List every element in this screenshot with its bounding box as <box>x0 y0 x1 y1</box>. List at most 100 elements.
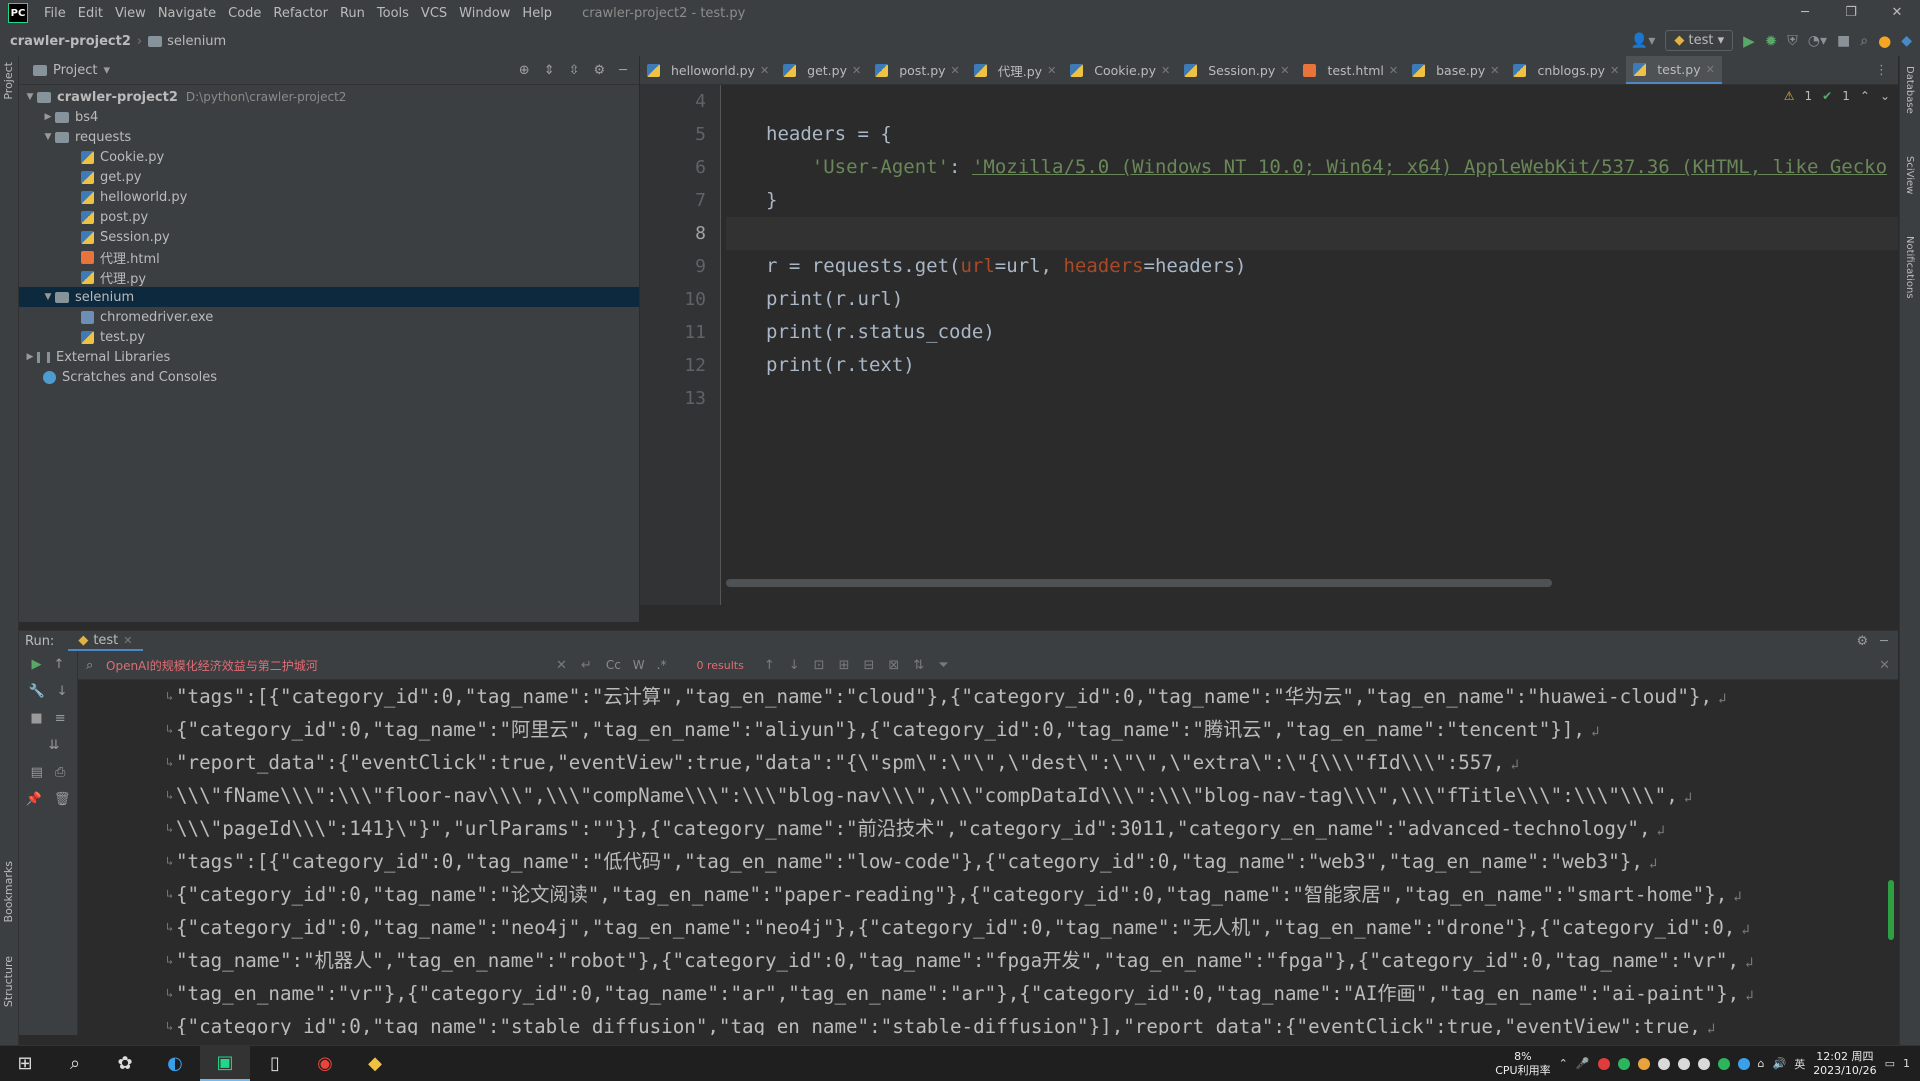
close-tab-icon[interactable]: ✕ <box>1389 64 1398 77</box>
clear-search-icon[interactable]: ✕ <box>556 658 567 673</box>
menu-file[interactable]: File <box>38 6 72 21</box>
app-icon[interactable]: ✿ <box>100 1046 150 1081</box>
chevron-right-icon[interactable]: ▶ <box>23 352 37 362</box>
chevron-down-icon[interactable]: ▼ <box>41 292 55 302</box>
tray-app-icon[interactable] <box>1657 1057 1670 1070</box>
system-clock[interactable]: 12:02 周四 2023/10/26 <box>1813 1050 1876 1078</box>
windows-start-icon[interactable]: ⊞ <box>0 1046 50 1081</box>
close-search-icon[interactable]: ✕ <box>1879 658 1890 673</box>
horizontal-scrollbar[interactable] <box>726 579 1552 587</box>
layout-icon[interactable]: ▤ <box>31 765 43 780</box>
chrome-icon[interactable]: ◉ <box>300 1046 350 1081</box>
menu-navigate[interactable]: Navigate <box>152 6 222 21</box>
run-tab-test[interactable]: ◆ test ✕ <box>68 631 143 651</box>
chevron-down-icon[interactable]: ▼ <box>41 132 55 142</box>
close-tab-icon[interactable]: ✕ <box>951 64 960 77</box>
tree-item-external-libraries[interactable]: ▶ External Libraries <box>19 347 639 367</box>
chevron-down-icon[interactable]: ▼ <box>23 92 37 102</box>
tab-cookie[interactable]: Cookie.py ✕ <box>1063 56 1177 84</box>
print-icon[interactable]: ⎙ <box>55 765 65 780</box>
scroll-up-icon[interactable]: ↑ <box>54 657 65 672</box>
close-tab-icon[interactable]: ✕ <box>852 64 861 77</box>
tray-app-icon[interactable] <box>1737 1057 1750 1070</box>
rerun-icon[interactable]: ▶ <box>32 657 42 672</box>
tree-item-file[interactable]: Cookie.py <box>19 147 639 167</box>
tree-item-file[interactable]: post.py <box>19 207 639 227</box>
code-area[interactable]: headers = { 'User-Agent': 'Mozilla/5.0 (… <box>726 85 1898 605</box>
tree-item-file[interactable]: 代理.py <box>19 267 639 287</box>
regex-toggle[interactable]: .* <box>657 658 667 672</box>
remove-occurrence-icon[interactable]: ⊟ <box>863 658 874 673</box>
project-view-select[interactable]: Project <box>53 63 97 78</box>
close-tab-icon[interactable]: ✕ <box>1280 64 1289 77</box>
microphone-icon[interactable]: 🎤 <box>1576 1057 1590 1070</box>
menu-refactor[interactable]: Refactor <box>267 6 334 21</box>
new-line-icon[interactable]: ↵ <box>581 658 592 673</box>
tab-test-py[interactable]: test.py ✕ <box>1626 56 1722 84</box>
git-icon[interactable]: ◆ <box>350 1046 400 1081</box>
close-tab-icon[interactable]: ✕ <box>1490 64 1499 77</box>
more-tabs-icon[interactable]: ⋮ <box>1875 63 1888 78</box>
close-tab-icon[interactable]: ✕ <box>1610 64 1619 77</box>
search-input[interactable]: OpenAI的规模化经济效益与第二护城河 <box>106 657 556 674</box>
tab-test-html[interactable]: test.html ✕ <box>1296 56 1405 84</box>
notepad-icon[interactable]: ▯ <box>250 1046 300 1081</box>
tree-item-file[interactable]: get.py <box>19 167 639 187</box>
search-everywhere-icon[interactable]: ⌕ <box>1860 33 1868 49</box>
notifications-tool-window-button[interactable]: Notifications <box>1904 236 1915 299</box>
prev-occurrence-icon[interactable]: ↑ <box>764 658 775 673</box>
tray-app-icon[interactable] <box>1597 1057 1610 1070</box>
volume-icon[interactable]: 🔊 <box>1772 1057 1786 1070</box>
pin-icon[interactable]: 📌 <box>26 792 42 807</box>
tab-get[interactable]: get.py ✕ <box>776 56 868 84</box>
chevron-down-icon[interactable]: ▾ <box>103 63 110 78</box>
tray-app-icon[interactable] <box>1677 1057 1690 1070</box>
filter-icon[interactable]: ⏷ <box>938 658 948 673</box>
database-tool-window-button[interactable]: Database <box>1904 66 1915 114</box>
chevron-down-icon[interactable]: ⌄ <box>1880 89 1890 103</box>
tree-item-file[interactable]: chromedriver.exe <box>19 307 639 327</box>
tab-base[interactable]: base.py ✕ <box>1405 56 1506 84</box>
close-tab-icon[interactable]: ✕ <box>1161 64 1170 77</box>
run-icon[interactable]: ▶ <box>1743 32 1755 50</box>
tab-session[interactable]: Session.py ✕ <box>1177 56 1296 84</box>
update-icon[interactable]: ● <box>1878 32 1891 50</box>
edge-browser-icon[interactable]: ◐ <box>150 1046 200 1081</box>
sort-icon[interactable]: ⇅ <box>913 658 924 673</box>
inspection-widget[interactable]: ⚠ 1 ✔ 1 ⌃ ⌄ <box>1784 89 1890 103</box>
scroll-to-end-icon[interactable]: ⇊ <box>49 738 60 753</box>
tray-app-icon[interactable] <box>1637 1057 1650 1070</box>
close-tab-icon[interactable]: ✕ <box>760 64 769 77</box>
menu-view[interactable]: View <box>109 6 152 21</box>
code-editor[interactable]: 4 5 6 7 8 9 10 11 12 13 headers = { 'Use… <box>640 85 1898 605</box>
tree-item-file[interactable]: helloworld.py <box>19 187 639 207</box>
whole-word-toggle[interactable]: W <box>633 658 645 672</box>
search-icon[interactable]: ⌕ <box>50 1046 100 1081</box>
tray-app-icon[interactable] <box>1697 1057 1710 1070</box>
tree-item-root[interactable]: ▼ crawler-project2 D:\python\crawler-pro… <box>19 87 639 107</box>
pycharm-taskbar-icon[interactable]: ▣ <box>200 1046 250 1081</box>
hide-panel-icon[interactable]: ─ <box>1880 634 1888 649</box>
debug-icon[interactable]: ✹ <box>1765 32 1778 50</box>
bookmarks-tool-window-button[interactable]: Bookmarks <box>2 861 15 922</box>
close-tab-icon[interactable]: ✕ <box>1047 64 1056 77</box>
project-tool-window-button[interactable]: Project <box>2 62 15 100</box>
menu-code[interactable]: Code <box>222 6 267 21</box>
match-case-toggle[interactable]: Cc <box>606 658 621 672</box>
chevron-up-icon[interactable]: ⌃ <box>1860 89 1870 103</box>
menu-window[interactable]: Window <box>453 6 516 21</box>
stop-icon[interactable]: ■ <box>1837 33 1850 49</box>
sciview-tool-window-button[interactable]: SciView <box>1904 156 1915 194</box>
menu-edit[interactable]: Edit <box>72 6 109 21</box>
chevron-up-icon[interactable]: ⌃ <box>1559 1057 1568 1070</box>
profile-icon[interactable]: ◔▾ <box>1808 33 1827 49</box>
structure-tool-window-button[interactable]: Structure <box>2 956 15 1007</box>
notification-center-icon[interactable]: ▭ <box>1885 1057 1895 1070</box>
close-icon[interactable]: ✕ <box>1874 0 1920 26</box>
menu-vcs[interactable]: VCS <box>415 6 453 21</box>
in-selection-icon[interactable]: ⊠ <box>888 658 899 673</box>
tray-app-icon[interactable] <box>1617 1057 1630 1070</box>
scroll-down-icon[interactable]: ↓ <box>57 684 68 699</box>
next-occurrence-icon[interactable]: ↓ <box>789 658 800 673</box>
tab-post[interactable]: post.py ✕ <box>868 56 967 84</box>
